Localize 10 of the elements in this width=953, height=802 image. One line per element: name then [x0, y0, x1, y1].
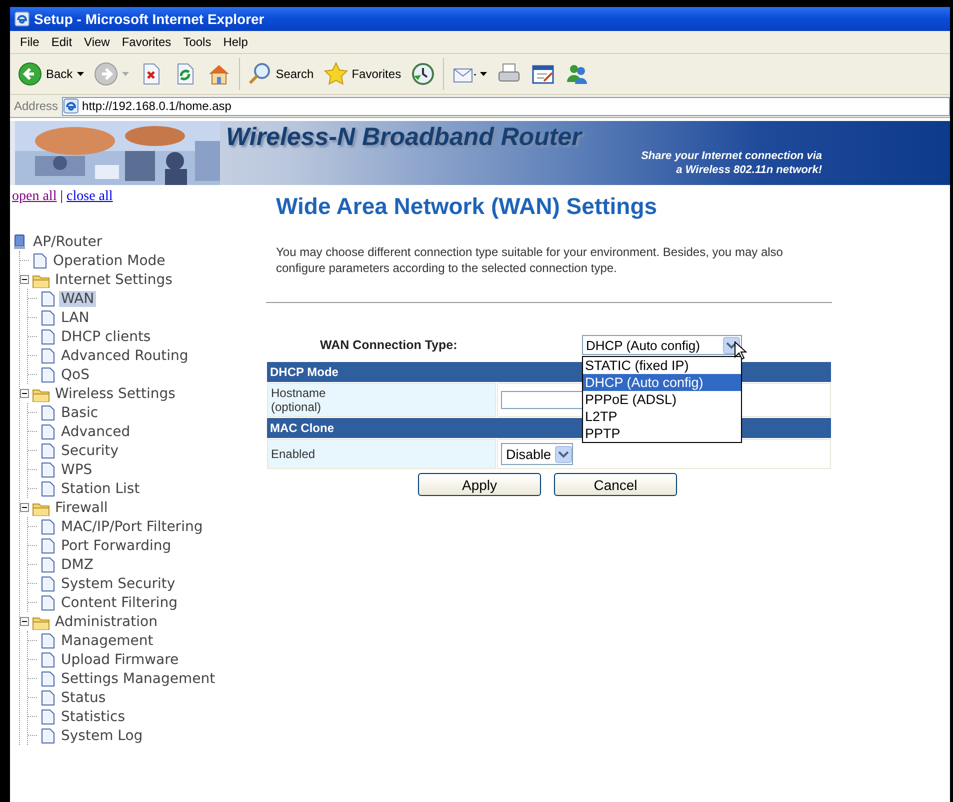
banner-tagline: Share your Internet connection via a Wireless 802.11n network!: [641, 149, 822, 177]
page-title: Wide Area Network (WAN) Settings: [276, 193, 658, 220]
link-separator: |: [60, 189, 64, 204]
window-title: Setup - Microsoft Internet Explorer: [34, 11, 264, 27]
field-label: Hostname (optional): [267, 383, 496, 417]
address-label: Address: [14, 99, 58, 113]
banner-title: Wireless-N Broadband Router: [226, 123, 582, 152]
intro-text: You may choose different connection type suitable for your environment. Besides, you may also configure parameters according to the selected connection type.: [276, 244, 784, 276]
field-label: WAN Connection Type:: [319, 338, 458, 352]
field-label: Enabled: [267, 439, 496, 469]
